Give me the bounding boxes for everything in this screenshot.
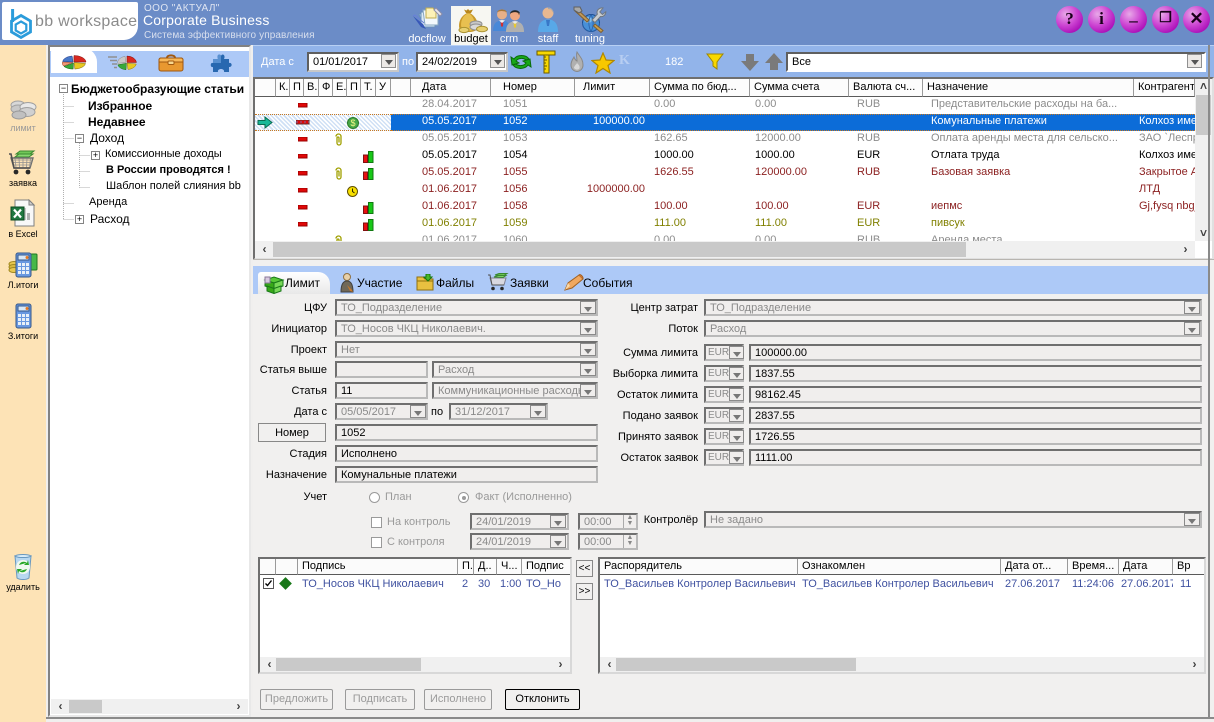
svg-text:$: $ <box>350 118 355 128</box>
